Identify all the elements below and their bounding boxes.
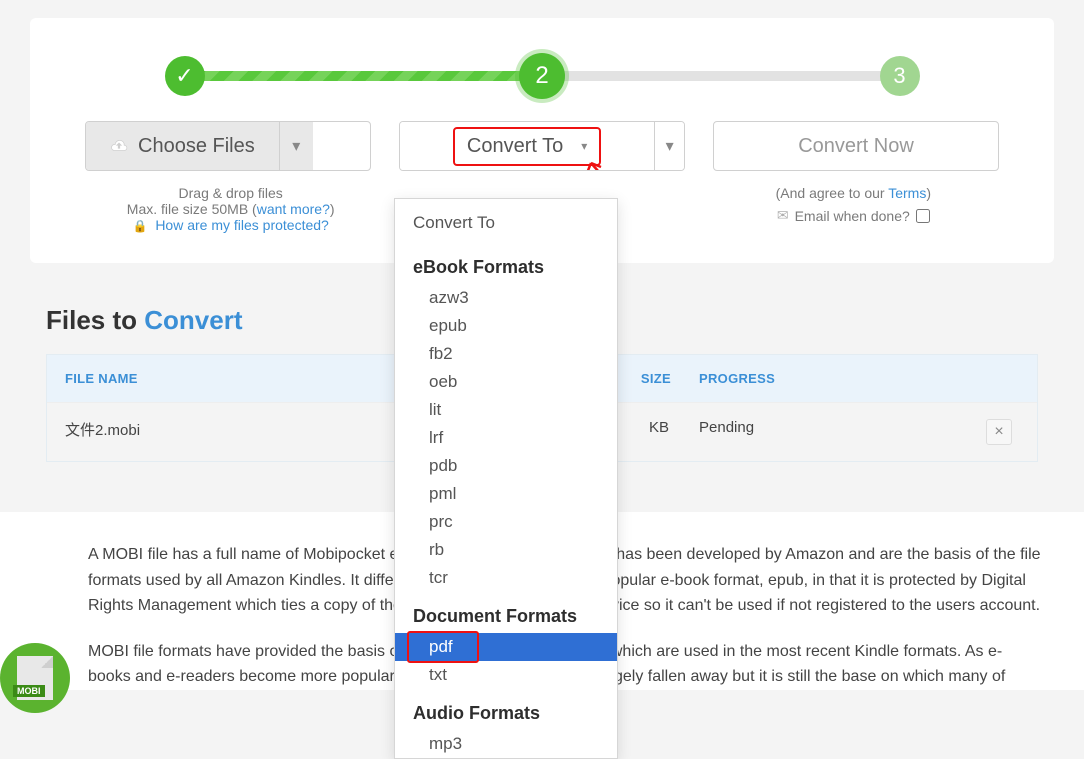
dropdown-item-fb2[interactable]: fb2	[413, 340, 599, 368]
drag-drop-text: Drag & drop files	[95, 185, 366, 201]
convert-now-button[interactable]: Convert Now	[713, 121, 999, 171]
dropdown-item-rb[interactable]: rb	[413, 536, 599, 564]
dropdown-item-lit[interactable]: lit	[413, 396, 599, 424]
step-connector-1	[200, 71, 535, 81]
envelope-icon: ✉	[777, 207, 789, 224]
convert-now-label: Convert Now	[798, 135, 914, 158]
convert-to-caret[interactable]: ▾	[654, 122, 684, 170]
mobi-badge: MOBI	[0, 643, 70, 713]
dropdown-group-heading: Audio Formats	[413, 703, 599, 724]
file-icon: MOBI	[17, 656, 53, 700]
choose-files-caret[interactable]: ▾	[279, 122, 313, 170]
dropdown-item-pml[interactable]: pml	[413, 480, 599, 508]
th-actions	[979, 371, 1019, 386]
dropdown-item-txt[interactable]: txt	[413, 661, 599, 689]
lock-icon: 🔒	[132, 219, 147, 233]
dropdown-item-pdf[interactable]: pdf	[395, 633, 617, 661]
max-size-text: Max. file size 50MB (want more?)	[95, 201, 366, 217]
email-checkbox[interactable]	[916, 209, 930, 223]
mobi-label: MOBI	[13, 685, 45, 697]
dropdown-item-tcr[interactable]: tcr	[413, 564, 599, 592]
step-connector-2	[560, 71, 890, 81]
dropdown-group-heading: eBook Formats	[413, 257, 599, 278]
convert-help: (And agree to our Terms) ✉ Email when do…	[718, 185, 989, 233]
choose-files-label: Choose Files	[138, 135, 255, 158]
convert-to-group: Convert To ▾ ▾	[399, 121, 685, 171]
dropdown-item-pdb[interactable]: pdb	[413, 452, 599, 480]
th-progress: PROGRESS	[699, 371, 979, 386]
dropdown-item-oeb[interactable]: oeb	[413, 368, 599, 396]
want-more-link[interactable]: want more?	[257, 201, 330, 217]
files-protected-row: 🔒 How are my files protected?	[95, 217, 366, 233]
action-buttons-row: Choose Files ▾ Convert To ▾ ▾	[60, 121, 1024, 171]
choose-files-button[interactable]: Choose Files	[86, 122, 279, 170]
close-icon: ×	[994, 423, 1003, 441]
caret-down-icon: ▾	[292, 136, 300, 156]
convert-to-button[interactable]: Convert To ▾	[400, 122, 654, 170]
step-indicator: ✓ 2 3	[165, 48, 920, 103]
dropdown-item-prc[interactable]: prc	[413, 508, 599, 536]
convert-to-highlight: Convert To ▾	[453, 127, 601, 166]
dropdown-item-mp3[interactable]: mp3	[413, 730, 599, 758]
files-protected-link[interactable]: How are my files protected?	[155, 217, 329, 233]
email-label: Email when done?	[795, 208, 910, 224]
email-row: ✉ Email when done?	[718, 207, 989, 224]
annotation-arrow-icon	[585, 159, 645, 172]
dropdown-item-lrf[interactable]: lrf	[413, 424, 599, 452]
choose-help: Drag & drop files Max. file size 50MB (w…	[95, 185, 366, 233]
dropdown-item-azw3[interactable]: azw3	[413, 284, 599, 312]
step-1-done: ✓	[165, 56, 205, 96]
remove-row-button[interactable]: ×	[986, 419, 1012, 445]
section-title-accent: Convert	[144, 305, 242, 335]
agree-terms-text: (And agree to our Terms)	[718, 185, 989, 201]
choose-files-group: Choose Files ▾	[85, 121, 371, 171]
dropdown-item-epub[interactable]: epub	[413, 312, 599, 340]
convert-to-label: Convert To	[467, 135, 563, 158]
step-2-active: 2	[519, 53, 565, 99]
dropdown-title: Convert To	[395, 199, 617, 243]
dropdown-group-heading: Document Formats	[413, 606, 599, 627]
cell-progress: Pending	[699, 419, 979, 445]
caret-down-icon: ▾	[666, 136, 674, 156]
convert-to-dropdown[interactable]: Convert To eBook Formats azw3epubfb2oebli…	[394, 198, 618, 759]
cloud-upload-icon	[110, 137, 128, 155]
caret-down-icon: ▾	[581, 139, 587, 153]
cell-remove: ×	[979, 419, 1019, 445]
terms-link[interactable]: Terms	[888, 185, 926, 201]
step-3: 3	[880, 56, 920, 96]
